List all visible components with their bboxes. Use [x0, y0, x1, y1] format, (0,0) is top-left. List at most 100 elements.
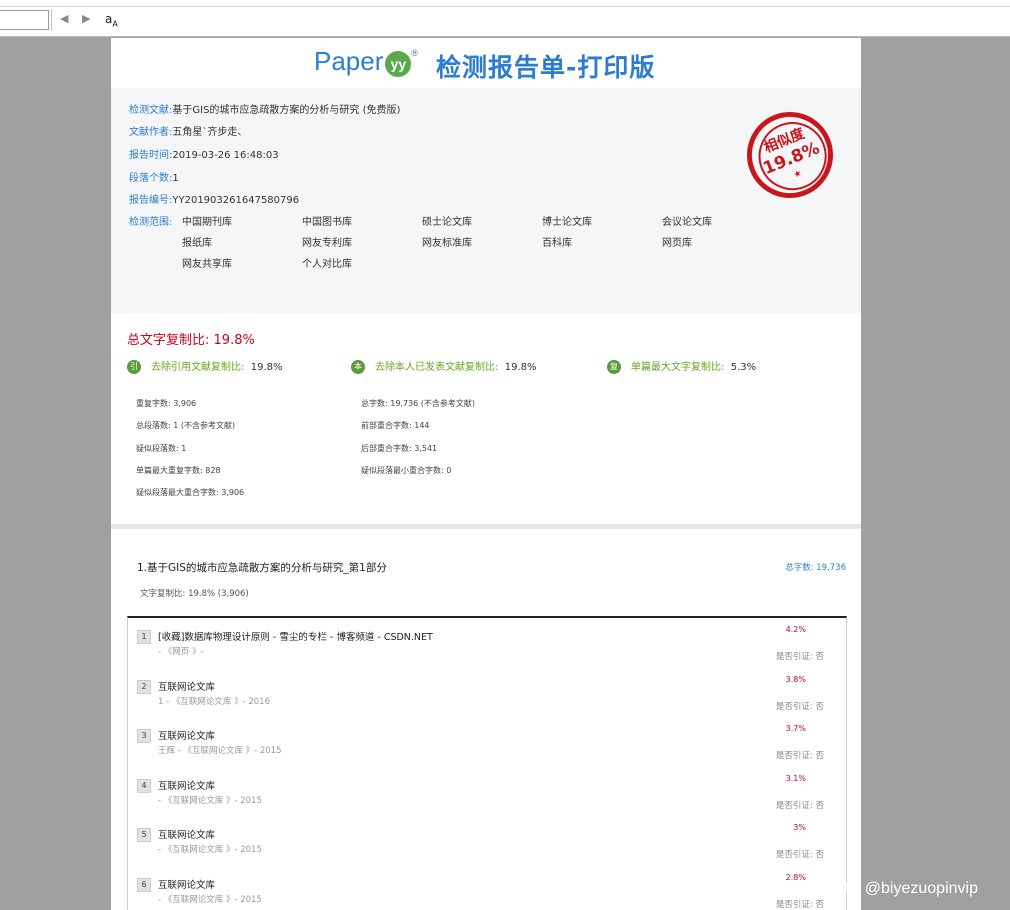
item-number: 2: [137, 680, 151, 694]
metric-exclude-citation: 引去除引用文献复制比: 19.8%: [127, 358, 283, 374]
item-number: 6: [137, 878, 151, 892]
report-page: Paper yy® 检测报告单-打印版 检测文献:基于GIS的城市应急疏散方案的分…: [111, 38, 861, 910]
item-source-detail: - 《互联网论文库 》- 2015: [158, 845, 262, 855]
scope-label: 检测范围:: [129, 217, 173, 228]
total-copy-ratio: 总文字复制比: 19.8%: [127, 329, 255, 348]
list-item[interactable]: 2 互联网论文库 1 - 《互联网论文库 》- 2016 3.8% 是否引证: …: [128, 668, 846, 718]
list-item[interactable]: 1 [收藏]数据库物理设计原则 - 雪尘的专栏 - 博客频道 - CSDN.NE…: [128, 618, 846, 668]
list-item[interactable]: 5 互联网论文库 - 《互联网论文库 》- 2015 3% 是否引证: 否: [128, 816, 846, 866]
stat-back-overlap: 后部重合字数: 3,541: [361, 444, 438, 453]
item-number: 3: [137, 729, 151, 743]
logo-badge: yy: [385, 51, 412, 77]
doc-label: 检测文献:: [129, 105, 173, 116]
item-percent: 3.8%: [785, 675, 806, 684]
logo-registered-mark: ®: [411, 48, 419, 58]
item-cited: 是否引证: 否: [775, 850, 824, 860]
item-number: 5: [137, 828, 151, 842]
citation-icon: 引: [127, 360, 141, 374]
copy-icon: 复: [607, 360, 621, 374]
item-number: 4: [137, 779, 151, 793]
item-cited: 是否引证: 否: [775, 702, 824, 712]
scope-item: 个人对比库: [302, 259, 352, 270]
toolbar-divider: [0, 6, 1010, 7]
metric-value: 19.8%: [250, 362, 283, 373]
stat-front-overlap: 前部重合字数: 144: [361, 421, 430, 430]
item-percent: 3.7%: [785, 724, 806, 733]
item-cited: 是否引证: 否: [775, 652, 824, 662]
scope-item: 网友标准库: [422, 238, 472, 249]
item-cited: 是否引证: 否: [775, 900, 824, 910]
scope-item: 报纸库: [182, 238, 212, 249]
scope-item: 中国期刊库: [182, 217, 232, 228]
previous-icon[interactable]: ◀: [60, 12, 68, 25]
item-source[interactable]: 互联网论文库: [158, 679, 215, 693]
metric-value: 19.8%: [504, 362, 537, 373]
part-total-chars: 总字数: 19,736: [785, 563, 846, 573]
item-source[interactable]: 互联网论文库: [158, 778, 215, 792]
list-item[interactable]: 3 互联网论文库 王辉 - 《互联网论文库 》- 2015 3.7% 是否引证:…: [128, 717, 846, 767]
item-cited: 是否引证: 否: [775, 801, 824, 811]
author-label: 文献作者:: [129, 127, 173, 138]
stat-total-chars: 总字数: 19,736 (不含参考文献): [361, 399, 476, 408]
item-source[interactable]: 互联网论文库: [158, 827, 215, 841]
metric-label: 去除引用文献复制比:: [151, 362, 245, 373]
item-percent: 3%: [793, 823, 806, 832]
total-copy-value: 19.8%: [213, 333, 255, 348]
metric-exclude-self: 本去除本人已发表文献复制比: 19.8%: [351, 358, 537, 374]
item-source-detail: 王辉 - 《互联网论文库 》- 2015: [158, 746, 282, 756]
scope-item: 网友专利库: [302, 238, 352, 249]
item-cited: 是否引证: 否: [775, 751, 824, 761]
stat-repeat-chars: 重复字数: 3,906: [136, 399, 197, 408]
para-value: 1: [172, 173, 179, 184]
scope-item: 网友共享库: [182, 259, 232, 270]
section-divider: [111, 524, 861, 529]
report-id-row: 报告编号:YY201903261647580796: [129, 191, 299, 206]
metric-max-single: 复单篇最大文字复制比: 5.3%: [607, 358, 756, 374]
time-row: 报告时间:2019-03-26 16:48:03: [129, 146, 279, 161]
metric-label: 去除本人已发表文献复制比:: [375, 362, 499, 373]
list-item[interactable]: 4 互联网论文库 - 《互联网论文库 》- 2015 3.1% 是否引证: 否: [128, 767, 846, 817]
stat-min-para-overlap: 疑似段落最小重合字数: 0: [361, 466, 452, 475]
scope-item: 百科库: [542, 238, 572, 249]
total-copy-label: 总文字复制比:: [127, 333, 210, 348]
doc-row: 检测文献:基于GIS的城市应急疏散方案的分析与研究 (免费版): [129, 101, 400, 116]
find-text-icon[interactable]: aA: [105, 12, 118, 28]
item-source-detail: 1 - 《互联网论文库 》- 2016: [158, 697, 270, 707]
self-icon: 本: [351, 360, 365, 374]
metric-value: 5.3%: [730, 362, 757, 373]
viewer-toolbar: ◀ ▶ aA: [0, 0, 1010, 37]
para-label: 段落个数:: [129, 173, 173, 184]
item-percent: 2.8%: [785, 873, 806, 882]
item-source-detail: - 《互联网论文库 》- 2015: [158, 796, 262, 806]
item-percent: 4.2%: [785, 625, 806, 634]
page-number-input[interactable]: [0, 10, 49, 30]
item-source[interactable]: 互联网论文库: [158, 877, 215, 891]
report-header: Paper yy® 检测报告单-打印版: [111, 38, 861, 88]
report-id-label: 报告编号:: [129, 195, 173, 206]
scope-label-row: 检测范围:: [129, 213, 172, 228]
stat-total-paras: 总段落数: 1 (不含参考文献): [136, 421, 236, 430]
paperyy-logo: Paper yy®: [314, 46, 418, 77]
stat-max-single-repeat: 单篇最大重复字数: 828: [136, 466, 221, 475]
similar-source-list: 1 [收藏]数据库物理设计原则 - 雪尘的专栏 - 博客频道 - CSDN.NE…: [127, 616, 847, 910]
stat-max-para-overlap: 疑似段落最大重合字数: 3,906: [136, 488, 245, 497]
item-source[interactable]: [收藏]数据库物理设计原则 - 雪尘的专栏 - 博客频道 - CSDN.NET: [158, 629, 433, 643]
item-percent: 3.1%: [785, 774, 806, 783]
stat-suspect-paras: 疑似段落数: 1: [136, 444, 187, 453]
logo-text: Paper: [314, 46, 384, 76]
part-copy-ratio: 文字复制比: 19.8% (3,906): [140, 589, 249, 599]
scope-item: 会议论文库: [662, 217, 712, 228]
scope-item: 中国图书库: [302, 217, 352, 228]
item-number: 1: [137, 630, 151, 644]
item-source[interactable]: 互联网论文库: [158, 728, 215, 742]
time-value: 2019-03-26 16:48:03: [172, 150, 279, 161]
next-icon[interactable]: ▶: [82, 12, 90, 25]
metric-label: 单篇最大文字复制比:: [631, 362, 725, 373]
document-info-panel: 检测文献:基于GIS的城市应急疏散方案的分析与研究 (免费版) 文献作者:五角星…: [111, 88, 861, 313]
doc-value: 基于GIS的城市应急疏散方案的分析与研究 (免费版): [172, 105, 401, 116]
item-source-detail: - 《网页 》-: [158, 647, 204, 657]
author-row: 文献作者:五角星`齐步走、: [129, 123, 247, 138]
part-title: 1.基于GIS的城市应急疏散方案的分析与研究_第1部分: [137, 562, 387, 574]
time-label: 报告时间:: [129, 150, 173, 161]
list-item[interactable]: 6 互联网论文库 - 《互联网论文库 》- 2015 2.8% 是否引证: 否: [128, 866, 846, 910]
